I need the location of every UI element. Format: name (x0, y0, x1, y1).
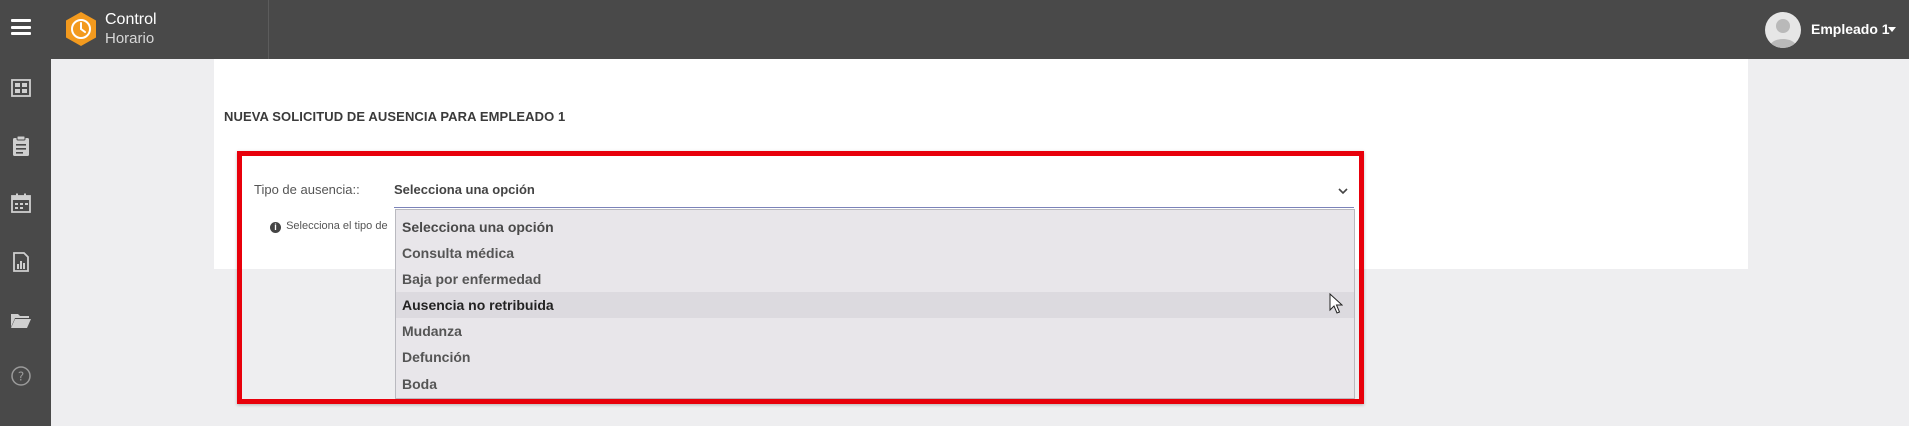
app-name-sub: Horario (105, 30, 155, 47)
svg-text:?: ? (18, 370, 24, 384)
report-icon[interactable] (10, 251, 32, 273)
folder-icon[interactable] (10, 309, 32, 331)
clipboard-icon[interactable] (10, 135, 32, 157)
highlight-frame (237, 151, 1364, 404)
mouse-cursor-icon (1329, 293, 1343, 314)
user-menu-label[interactable]: Empleado 1 (1811, 21, 1890, 37)
clock-logo-icon[interactable] (63, 11, 99, 47)
top-divider (268, 0, 269, 59)
caret-down-icon[interactable] (1887, 24, 1897, 34)
avatar[interactable] (1765, 12, 1801, 48)
dashboard-icon[interactable] (10, 77, 32, 99)
calendar-icon[interactable] (10, 192, 32, 214)
app-name: Control (105, 11, 157, 28)
sidebar: ? (0, 59, 51, 426)
help-icon[interactable]: ? (10, 365, 32, 387)
top-bar: Control Horario Empleado 1 (0, 0, 1909, 59)
user-avatar-icon (1769, 19, 1797, 48)
menu-icon[interactable] (11, 19, 31, 35)
page-title: NUEVA SOLICITUD DE AUSENCIA PARA EMPLEAD… (224, 109, 566, 124)
